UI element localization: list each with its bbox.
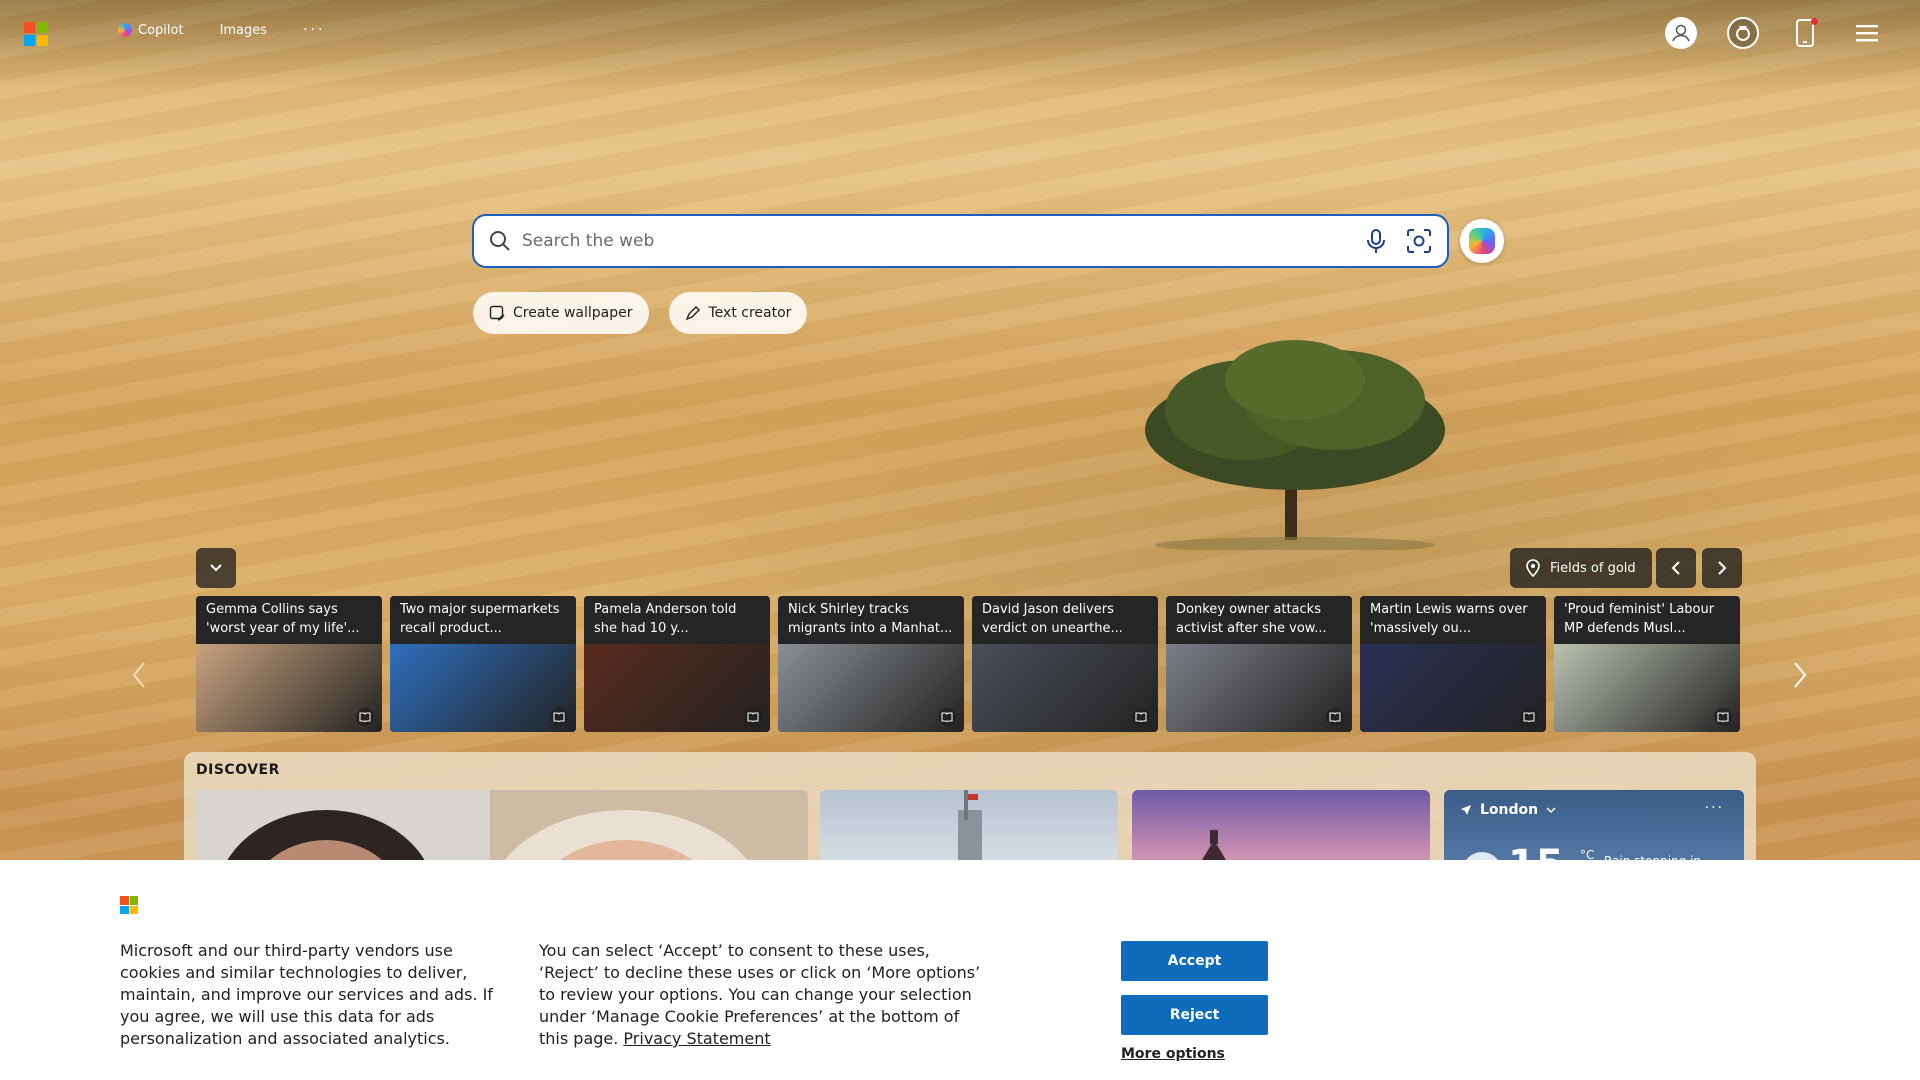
- top-nav: Copilot Images ···: [118, 22, 325, 38]
- news-card-title: David Jason delivers verdict on unearthe…: [972, 596, 1158, 644]
- read-mode-icon: [744, 708, 762, 726]
- chevron-down-icon: [1546, 807, 1556, 814]
- create-wallpaper-label: Create wallpaper: [513, 305, 633, 321]
- read-mode-icon: [356, 708, 374, 726]
- chevron-right-icon: [1718, 561, 1727, 575]
- search-input[interactable]: [522, 231, 1365, 251]
- image-info-button[interactable]: Fields of gold: [1510, 548, 1652, 588]
- user-icon: [1672, 24, 1690, 42]
- chevron-down-icon: [210, 564, 222, 572]
- menu-button[interactable]: [1850, 16, 1884, 50]
- chevron-left-icon: [1671, 561, 1680, 575]
- rewards-button[interactable]: [1726, 16, 1760, 50]
- nav-copilot[interactable]: Copilot: [118, 23, 184, 38]
- microphone-icon[interactable]: [1365, 228, 1387, 254]
- news-card-image: [972, 644, 1158, 732]
- accept-button[interactable]: Accept: [1121, 941, 1268, 981]
- copilot-search-button[interactable]: [1460, 219, 1504, 263]
- news-card-image: [1166, 644, 1352, 732]
- news-card-image: [584, 644, 770, 732]
- news-card-title: Pamela Anderson told she had 10 y...: [584, 596, 770, 644]
- news-card[interactable]: Donkey owner attacks activist after she …: [1166, 596, 1352, 732]
- news-carousel: Gemma Collins says 'worst year of my lif…: [196, 596, 1740, 732]
- more-options-link[interactable]: More options: [1121, 1046, 1225, 1062]
- search-chips: Create wallpaper Text creator: [473, 292, 808, 334]
- mobile-app-button[interactable]: [1788, 16, 1822, 50]
- news-card-title: Donkey owner attacks activist after she …: [1166, 596, 1352, 644]
- image-edit-icon: [489, 305, 505, 321]
- next-image-button[interactable]: [1702, 548, 1742, 588]
- visual-search-icon[interactable]: [1405, 227, 1433, 255]
- rewards-icon: [1727, 17, 1759, 49]
- copilot-icon: [118, 23, 132, 37]
- previous-image-button[interactable]: [1656, 548, 1696, 588]
- location-pin-icon: [1526, 559, 1540, 577]
- microsoft-logo: [120, 896, 138, 914]
- reject-button[interactable]: Reject: [1121, 995, 1268, 1035]
- read-mode-icon: [1326, 708, 1344, 726]
- header-actions: [1664, 16, 1884, 50]
- news-card[interactable]: Pamela Anderson told she had 10 y...: [584, 596, 770, 732]
- news-card-title: 'Proud feminist' Labour MP defends Musl.…: [1554, 596, 1740, 644]
- sign-in-button[interactable]: [1664, 16, 1698, 50]
- news-prev-button[interactable]: [124, 655, 154, 695]
- collapse-feed-button[interactable]: [196, 548, 236, 588]
- copilot-icon: [1469, 228, 1495, 254]
- weather-location-label: London: [1480, 802, 1539, 818]
- news-card[interactable]: Martin Lewis warns over 'massively ou...: [1360, 596, 1546, 732]
- read-mode-icon: [1714, 708, 1732, 726]
- cookie-options-text: You can select ‘Accept’ to consent to th…: [539, 940, 989, 1050]
- news-card-title: Two major supermarkets recall product...: [390, 596, 576, 644]
- chevron-right-icon: [1794, 662, 1807, 688]
- background-tree: [1145, 340, 1445, 550]
- news-card-image: [1360, 644, 1546, 732]
- notification-dot: [1811, 18, 1818, 25]
- avatar: [1665, 17, 1697, 49]
- weather-location[interactable]: London: [1460, 802, 1556, 818]
- search-icon: [490, 231, 510, 251]
- cookie-banner: Microsoft and our third-party vendors us…: [0, 860, 1920, 1080]
- header-shade: [0, 0, 1920, 90]
- chevron-left-icon: [132, 662, 145, 688]
- pen-icon: [685, 306, 700, 321]
- privacy-statement-link[interactable]: Privacy Statement: [623, 1029, 770, 1048]
- create-wallpaper-button[interactable]: Create wallpaper: [473, 292, 649, 334]
- news-card-title: Martin Lewis warns over 'massively ou...: [1360, 596, 1546, 644]
- nav-images-label: Images: [219, 22, 268, 38]
- read-mode-icon: [938, 708, 956, 726]
- news-card[interactable]: 'Proud feminist' Labour MP defends Musl.…: [1554, 596, 1740, 732]
- nav-more[interactable]: ···: [303, 22, 325, 38]
- read-mode-icon: [550, 708, 568, 726]
- hamburger-icon: [1856, 25, 1878, 42]
- news-card[interactable]: Gemma Collins says 'worst year of my lif…: [196, 596, 382, 732]
- search-box: [472, 214, 1449, 268]
- navigation-arrow-icon: [1461, 805, 1471, 815]
- news-card-image: [1554, 644, 1740, 732]
- news-card[interactable]: Nick Shirley tracks migrants into a Manh…: [778, 596, 964, 732]
- microsoft-logo[interactable]: [24, 22, 48, 46]
- discover-heading: DISCOVER: [196, 762, 280, 778]
- news-card-title: Nick Shirley tracks migrants into a Manh…: [778, 596, 964, 644]
- nav-images[interactable]: Images: [220, 23, 268, 38]
- text-creator-button[interactable]: Text creator: [668, 292, 808, 334]
- text-creator-label: Text creator: [708, 305, 792, 321]
- read-mode-icon: [1132, 708, 1150, 726]
- news-card[interactable]: Two major supermarkets recall product...: [390, 596, 576, 732]
- cookie-description: Microsoft and our third-party vendors us…: [120, 941, 493, 1048]
- news-card-image: [390, 644, 576, 732]
- news-card-title: Gemma Collins says 'worst year of my lif…: [196, 596, 382, 644]
- news-card-image: [196, 644, 382, 732]
- image-title: Fields of gold: [1550, 560, 1636, 576]
- nav-copilot-label: Copilot: [138, 22, 184, 38]
- more-icon: ···: [303, 22, 326, 38]
- news-next-button[interactable]: [1785, 655, 1815, 695]
- news-card[interactable]: David Jason delivers verdict on unearthe…: [972, 596, 1158, 732]
- news-card-image: [778, 644, 964, 732]
- weather-more-button[interactable]: ···: [1705, 800, 1724, 816]
- read-mode-icon: [1520, 708, 1538, 726]
